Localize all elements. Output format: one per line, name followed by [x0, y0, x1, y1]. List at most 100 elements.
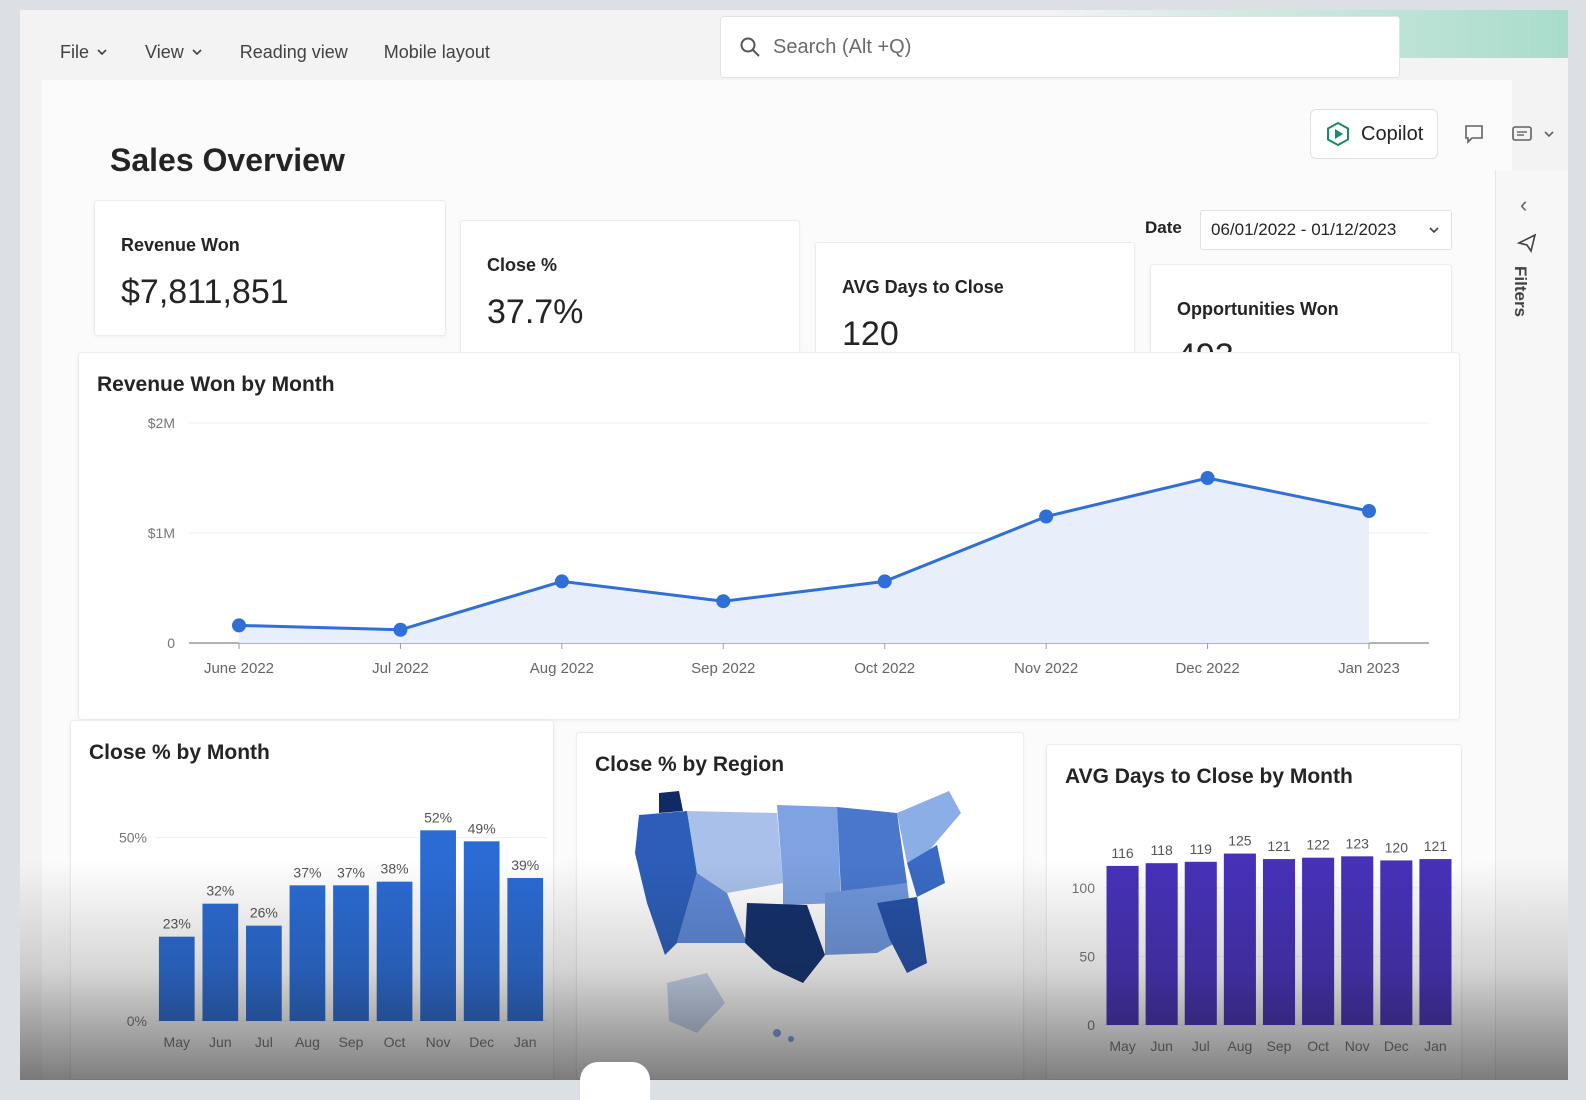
y-tick-label: 50 [1079, 948, 1095, 964]
x-tick-label: Oct 2022 [854, 660, 915, 677]
filter-icon [1516, 233, 1537, 253]
data-label: 23% [163, 916, 191, 932]
close-percent-chart-card[interactable]: Close % by Month 0% 50% 23% May 32% Jun 26% Jul… [70, 720, 554, 1080]
bar [1145, 863, 1178, 1025]
us-region-map[interactable] [577, 733, 1025, 1080]
bar [333, 885, 369, 1021]
map-northwest-state [659, 791, 683, 813]
x-tick-label: Jul [1192, 1038, 1210, 1054]
y-tick-label: 0% [127, 1013, 147, 1029]
y-tick-label: 0 [1087, 1017, 1095, 1033]
x-tick-label: Sep [339, 1034, 364, 1050]
x-tick-label: Jul 2022 [372, 660, 429, 677]
y-tick-label: 0 [167, 635, 175, 651]
x-tick-label: Jan [514, 1034, 537, 1050]
menu-mobile-layout-label: Mobile layout [383, 41, 490, 62]
chevron-down-icon [192, 49, 202, 56]
revenue-area-chart: 0 $1M $2M June 2022 Jul 2022 Aug 2022 Sep 2022… [148, 415, 1429, 677]
x-tick-label: Oct [384, 1034, 406, 1050]
bar [158, 936, 195, 1021]
map-plains-region [777, 805, 841, 905]
menu-file-label: File [60, 41, 90, 62]
search-icon [740, 37, 760, 57]
view-options-button[interactable] [1510, 122, 1556, 146]
menu-reading-view-label: Reading view [239, 41, 348, 62]
x-tick-label: Aug 2022 [530, 660, 594, 677]
x-tick-label: June 2022 [204, 660, 274, 677]
scroll-handle[interactable] [580, 1062, 650, 1100]
bar [1262, 859, 1296, 1025]
chevron-down-icon [1544, 131, 1554, 138]
kpi-card-close-percent[interactable]: Close % 37.7% [460, 220, 800, 356]
data-label: 32% [206, 883, 234, 899]
bar [376, 881, 413, 1021]
filters-pane[interactable]: ‹ Filters [1495, 170, 1568, 1080]
bar [507, 878, 544, 1021]
data-point [716, 594, 731, 609]
map-midwest-region [837, 807, 907, 893]
region-map-card[interactable]: Close % by Region [576, 732, 1024, 1080]
data-point [1362, 504, 1376, 518]
page-title: Sales Overview [110, 142, 345, 178]
data-label: 37% [293, 864, 321, 880]
data-label: 52% [424, 809, 452, 825]
menu-view[interactable]: View [145, 42, 204, 63]
x-tick-label: Jan 2023 [1338, 660, 1400, 677]
search-input[interactable]: Search (Alt +Q) [720, 16, 1400, 78]
bar [202, 903, 239, 1021]
map-hawaii [773, 1029, 781, 1037]
copilot-icon [1327, 121, 1349, 147]
x-tick-label: Nov 2022 [1014, 660, 1078, 677]
data-label: 123 [1346, 835, 1370, 851]
data-label: 121 [1267, 838, 1291, 854]
data-point [877, 574, 892, 589]
chevron-down-icon [97, 49, 107, 56]
data-point [1039, 509, 1054, 524]
date-filter-label: Date [1145, 218, 1182, 237]
data-label: 125 [1228, 833, 1252, 849]
x-tick-label: Dec [469, 1034, 494, 1050]
menu-mobile-layout[interactable]: Mobile layout [384, 42, 490, 63]
app-window: File View Reading view Mobile layout Sea… [20, 10, 1568, 1080]
kpi-value: 37.7% [487, 293, 584, 331]
bar [420, 830, 456, 1021]
revenue-chart-card[interactable]: Revenue Won by Month 0 $1M $2M June 2022 Jul… [78, 352, 1460, 720]
date-range-dropdown[interactable]: 06/01/2022 - 01/12/2023 [1200, 210, 1452, 250]
map-alaska [667, 973, 725, 1033]
chevron-down-icon [1429, 227, 1439, 234]
bar [1341, 856, 1374, 1025]
copilot-button[interactable]: Copilot [1310, 109, 1439, 159]
x-tick-label: Aug [295, 1034, 320, 1050]
comment-button[interactable] [1462, 122, 1486, 146]
data-label: 39% [511, 857, 539, 873]
map-texas [745, 903, 825, 983]
collapse-icon[interactable]: ‹ [1520, 192, 1527, 218]
close-percent-bar-chart: 0% 50% 23% May 32% Jun 26% Jul 37% Aug 37% Sep 38% Oc… [119, 809, 547, 1050]
menu-file[interactable]: File [60, 42, 109, 63]
menu-reading-view[interactable]: Reading view [240, 42, 348, 63]
data-point [554, 574, 569, 589]
data-label: 38% [381, 861, 409, 877]
data-point [393, 622, 408, 637]
area-fill [239, 478, 1369, 643]
screen-icon [1512, 126, 1533, 141]
bar [289, 885, 326, 1021]
x-tick-label: Aug [1227, 1038, 1252, 1054]
x-tick-label: Sep [1267, 1038, 1292, 1054]
date-range-value: 06/01/2022 - 01/12/2023 [1211, 220, 1397, 239]
menu-view-label: View [145, 41, 184, 62]
avg-days-bar-chart: 0 50 100 116 May 118 Jun 119 Jul 125 Aug 121 Sep 122 O… [1072, 833, 1455, 1054]
kpi-card-revenue[interactable]: Revenue Won $7,811,851 [94, 200, 446, 336]
bar [463, 841, 500, 1021]
map-hawaii [788, 1036, 794, 1042]
menu-bar: File View Reading view Mobile layout [60, 32, 490, 72]
x-tick-label: Oct [1307, 1038, 1329, 1054]
avg-days-chart-card[interactable]: AVG Days to Close by Month 0 50 100 116 May 1… [1046, 744, 1462, 1080]
y-tick-label: 50% [119, 830, 147, 846]
kpi-label: Opportunities Won [1177, 299, 1339, 319]
data-label: 37% [337, 864, 365, 880]
x-tick-label: Jun [209, 1034, 232, 1050]
data-label: 116 [1111, 845, 1134, 861]
x-tick-label: Sep 2022 [691, 660, 755, 677]
bar [1223, 853, 1256, 1025]
